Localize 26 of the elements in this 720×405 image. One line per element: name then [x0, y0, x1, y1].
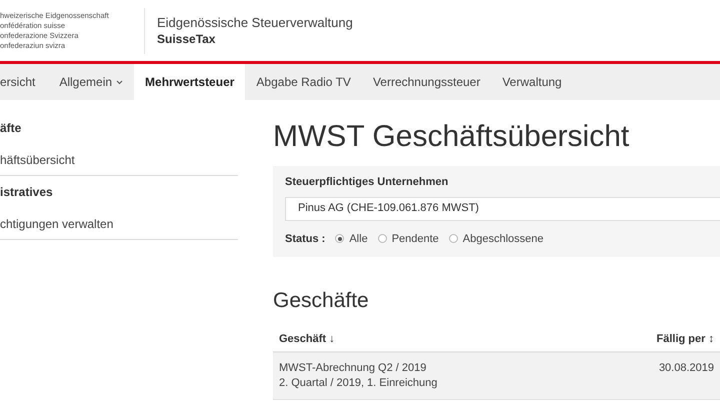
sidebar-heading: istratives — [0, 184, 54, 201]
nav-tab[interactable]: Allgemein — [48, 64, 134, 100]
status-radio[interactable]: Alle — [335, 230, 368, 247]
app-name: SuisseTax — [157, 31, 216, 47]
table-cell-text: MWST-Abrechnung Q2 / 2019 — [279, 360, 428, 376]
sidebar-item[interactable]: chtigungen verwalten — [0, 208, 238, 240]
table-cell-text: 30.08.2019 — [658, 360, 714, 376]
nav-tab[interactable]: ersicht — [0, 64, 48, 100]
column-header[interactable]: Fällig per ↕ — [650, 330, 720, 347]
nav-tab[interactable]: Abgabe Radio TV — [245, 64, 362, 100]
sidebar-item[interactable]: häftsübersicht — [0, 144, 238, 176]
table-cell: 2. Quartal / 2019, 1. Einreichung — [279, 376, 438, 390]
agency-name: Eidgenössische Steuerverwaltung — [157, 14, 353, 31]
column-header[interactable]: Geschäft ↓ — [273, 330, 341, 347]
table-row[interactable]: MWST-Abrechnung Q2 / 2019 2. Quartal / 2019, 1. Einreichung 30.08.2019 — [273, 352, 720, 400]
nav-tab[interactable]: Verwaltung — [491, 64, 573, 100]
sidebar-heading: äfte — [0, 120, 22, 137]
company-select[interactable]: Pinus AG (CHE-109.061.876 MWST) — [285, 196, 720, 220]
section-title: Geschäfte — [273, 288, 370, 314]
status-label: Status : — [285, 232, 326, 246]
page-title: MWST Geschäftsübersicht — [273, 119, 630, 155]
nav-tab[interactable]: Mehrwertsteuer — [134, 64, 246, 100]
field-label: Steuerpflichtiges Unternehmen — [285, 175, 450, 190]
status-radio[interactable]: Abgeschlossene — [448, 230, 544, 247]
status-radio[interactable]: Pendente — [378, 230, 439, 247]
nav-tab[interactable]: Verrechnungssteuer — [362, 64, 492, 100]
